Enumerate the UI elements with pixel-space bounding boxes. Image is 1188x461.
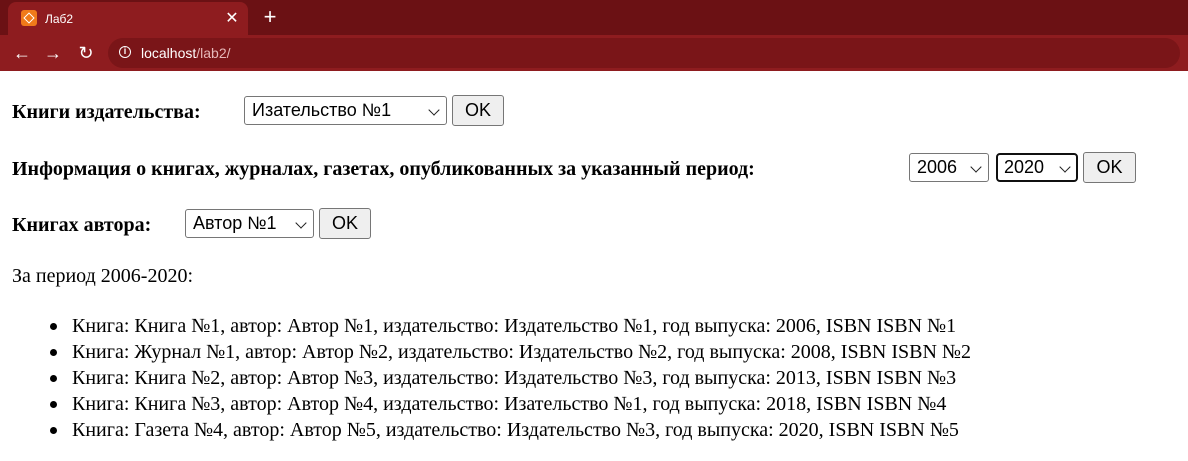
result-heading: За период 2006-2020: <box>12 265 193 287</box>
tab-bar: Лаб2 ✕ + <box>0 0 1188 35</box>
chevron-down-icon <box>1059 161 1071 173</box>
xampp-favicon-icon <box>21 10 37 26</box>
period-to-select[interactable]: 2020 <box>996 153 1078 182</box>
url-path: /lab2/ <box>196 45 231 61</box>
publisher-ok-button[interactable]: OK <box>452 95 504 126</box>
list-item: Книга: Книга №1, автор: Автор №1, издате… <box>12 313 971 339</box>
chevron-down-icon <box>970 161 982 173</box>
result-list: Книга: Книга №1, автор: Автор №1, издате… <box>12 313 971 443</box>
back-arrow-icon[interactable]: ← <box>9 40 35 66</box>
period-to-value: 2020 <box>1004 157 1045 177</box>
publisher-label: Книги издательства: <box>12 101 201 123</box>
author-select-value: Автор №1 <box>193 213 277 233</box>
list-item: Книга: Книга №2, автор: Автор №3, издате… <box>12 365 971 391</box>
url-text: localhost/lab2/ <box>141 45 231 61</box>
author-label: Книгах автора: <box>12 214 152 236</box>
list-item: Книга: Журнал №1, автор: Автор №2, издат… <box>12 339 971 365</box>
publisher-select[interactable]: Изательство №1 <box>244 96 447 125</box>
tab-active[interactable]: Лаб2 ✕ <box>8 2 248 35</box>
chevron-down-icon <box>295 217 307 229</box>
period-label: Информация о книгах, журналах, газетах, … <box>12 158 755 180</box>
period-from-select[interactable]: 2006 <box>909 153 989 182</box>
url-host: localhost <box>141 45 197 61</box>
browser-toolbar: ← → ↻ i localhost/lab2/ <box>0 35 1188 71</box>
list-item: Книга: Книга №3, автор: Автор №4, издате… <box>12 391 971 417</box>
reload-icon[interactable]: ↻ <box>73 40 99 66</box>
browser-chrome: Лаб2 ✕ + ← → ↻ i localhost/lab2/ <box>0 0 1188 71</box>
tab-close-icon[interactable]: ✕ <box>222 9 242 29</box>
author-select[interactable]: Автор №1 <box>185 209 314 238</box>
chevron-down-icon <box>428 104 440 116</box>
tab-title: Лаб2 <box>45 12 74 26</box>
period-ok-button[interactable]: OK <box>1083 152 1136 183</box>
publisher-select-value: Изательство №1 <box>252 100 392 120</box>
site-info-icon[interactable]: i <box>119 46 131 58</box>
new-tab-button[interactable]: + <box>258 5 282 29</box>
forward-arrow-icon[interactable]: → <box>40 40 66 66</box>
address-bar[interactable]: i localhost/lab2/ <box>108 38 1180 68</box>
period-from-value: 2006 <box>917 157 958 177</box>
list-item: Книга: Газета №4, автор: Автор №5, издат… <box>12 417 971 443</box>
author-ok-button[interactable]: OK <box>319 208 371 239</box>
